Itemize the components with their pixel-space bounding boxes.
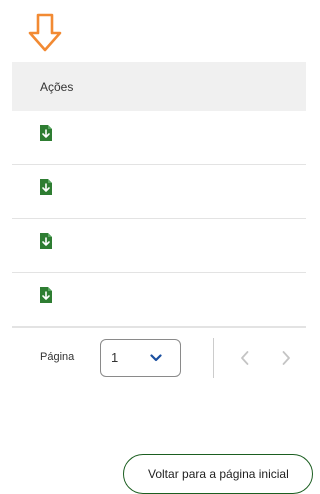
table-row	[12, 165, 306, 219]
table-row	[12, 111, 306, 165]
pagination-bar: Página 1	[12, 327, 306, 389]
back-to-home-button[interactable]: Voltar para a página inicial	[123, 454, 313, 494]
actions-column-header: Ações	[40, 79, 74, 94]
back-to-home-label: Voltar para a página inicial	[148, 467, 289, 481]
file-download-icon[interactable]	[40, 287, 52, 303]
file-download-icon[interactable]	[40, 233, 52, 249]
chevron-down-icon	[150, 354, 162, 362]
current-page-value: 1	[111, 350, 119, 365]
table-row	[12, 273, 306, 327]
page-select[interactable]: 1	[100, 339, 181, 377]
arrow-down-icon	[28, 13, 62, 52]
chevron-left-icon[interactable]	[235, 347, 255, 369]
table-header: Ações	[12, 62, 306, 111]
file-download-icon[interactable]	[40, 125, 52, 141]
table-row	[12, 219, 306, 273]
page-label: Página	[40, 351, 75, 363]
file-download-icon[interactable]	[40, 179, 52, 195]
pagination-divider	[213, 338, 214, 378]
chevron-right-icon[interactable]	[276, 347, 296, 369]
